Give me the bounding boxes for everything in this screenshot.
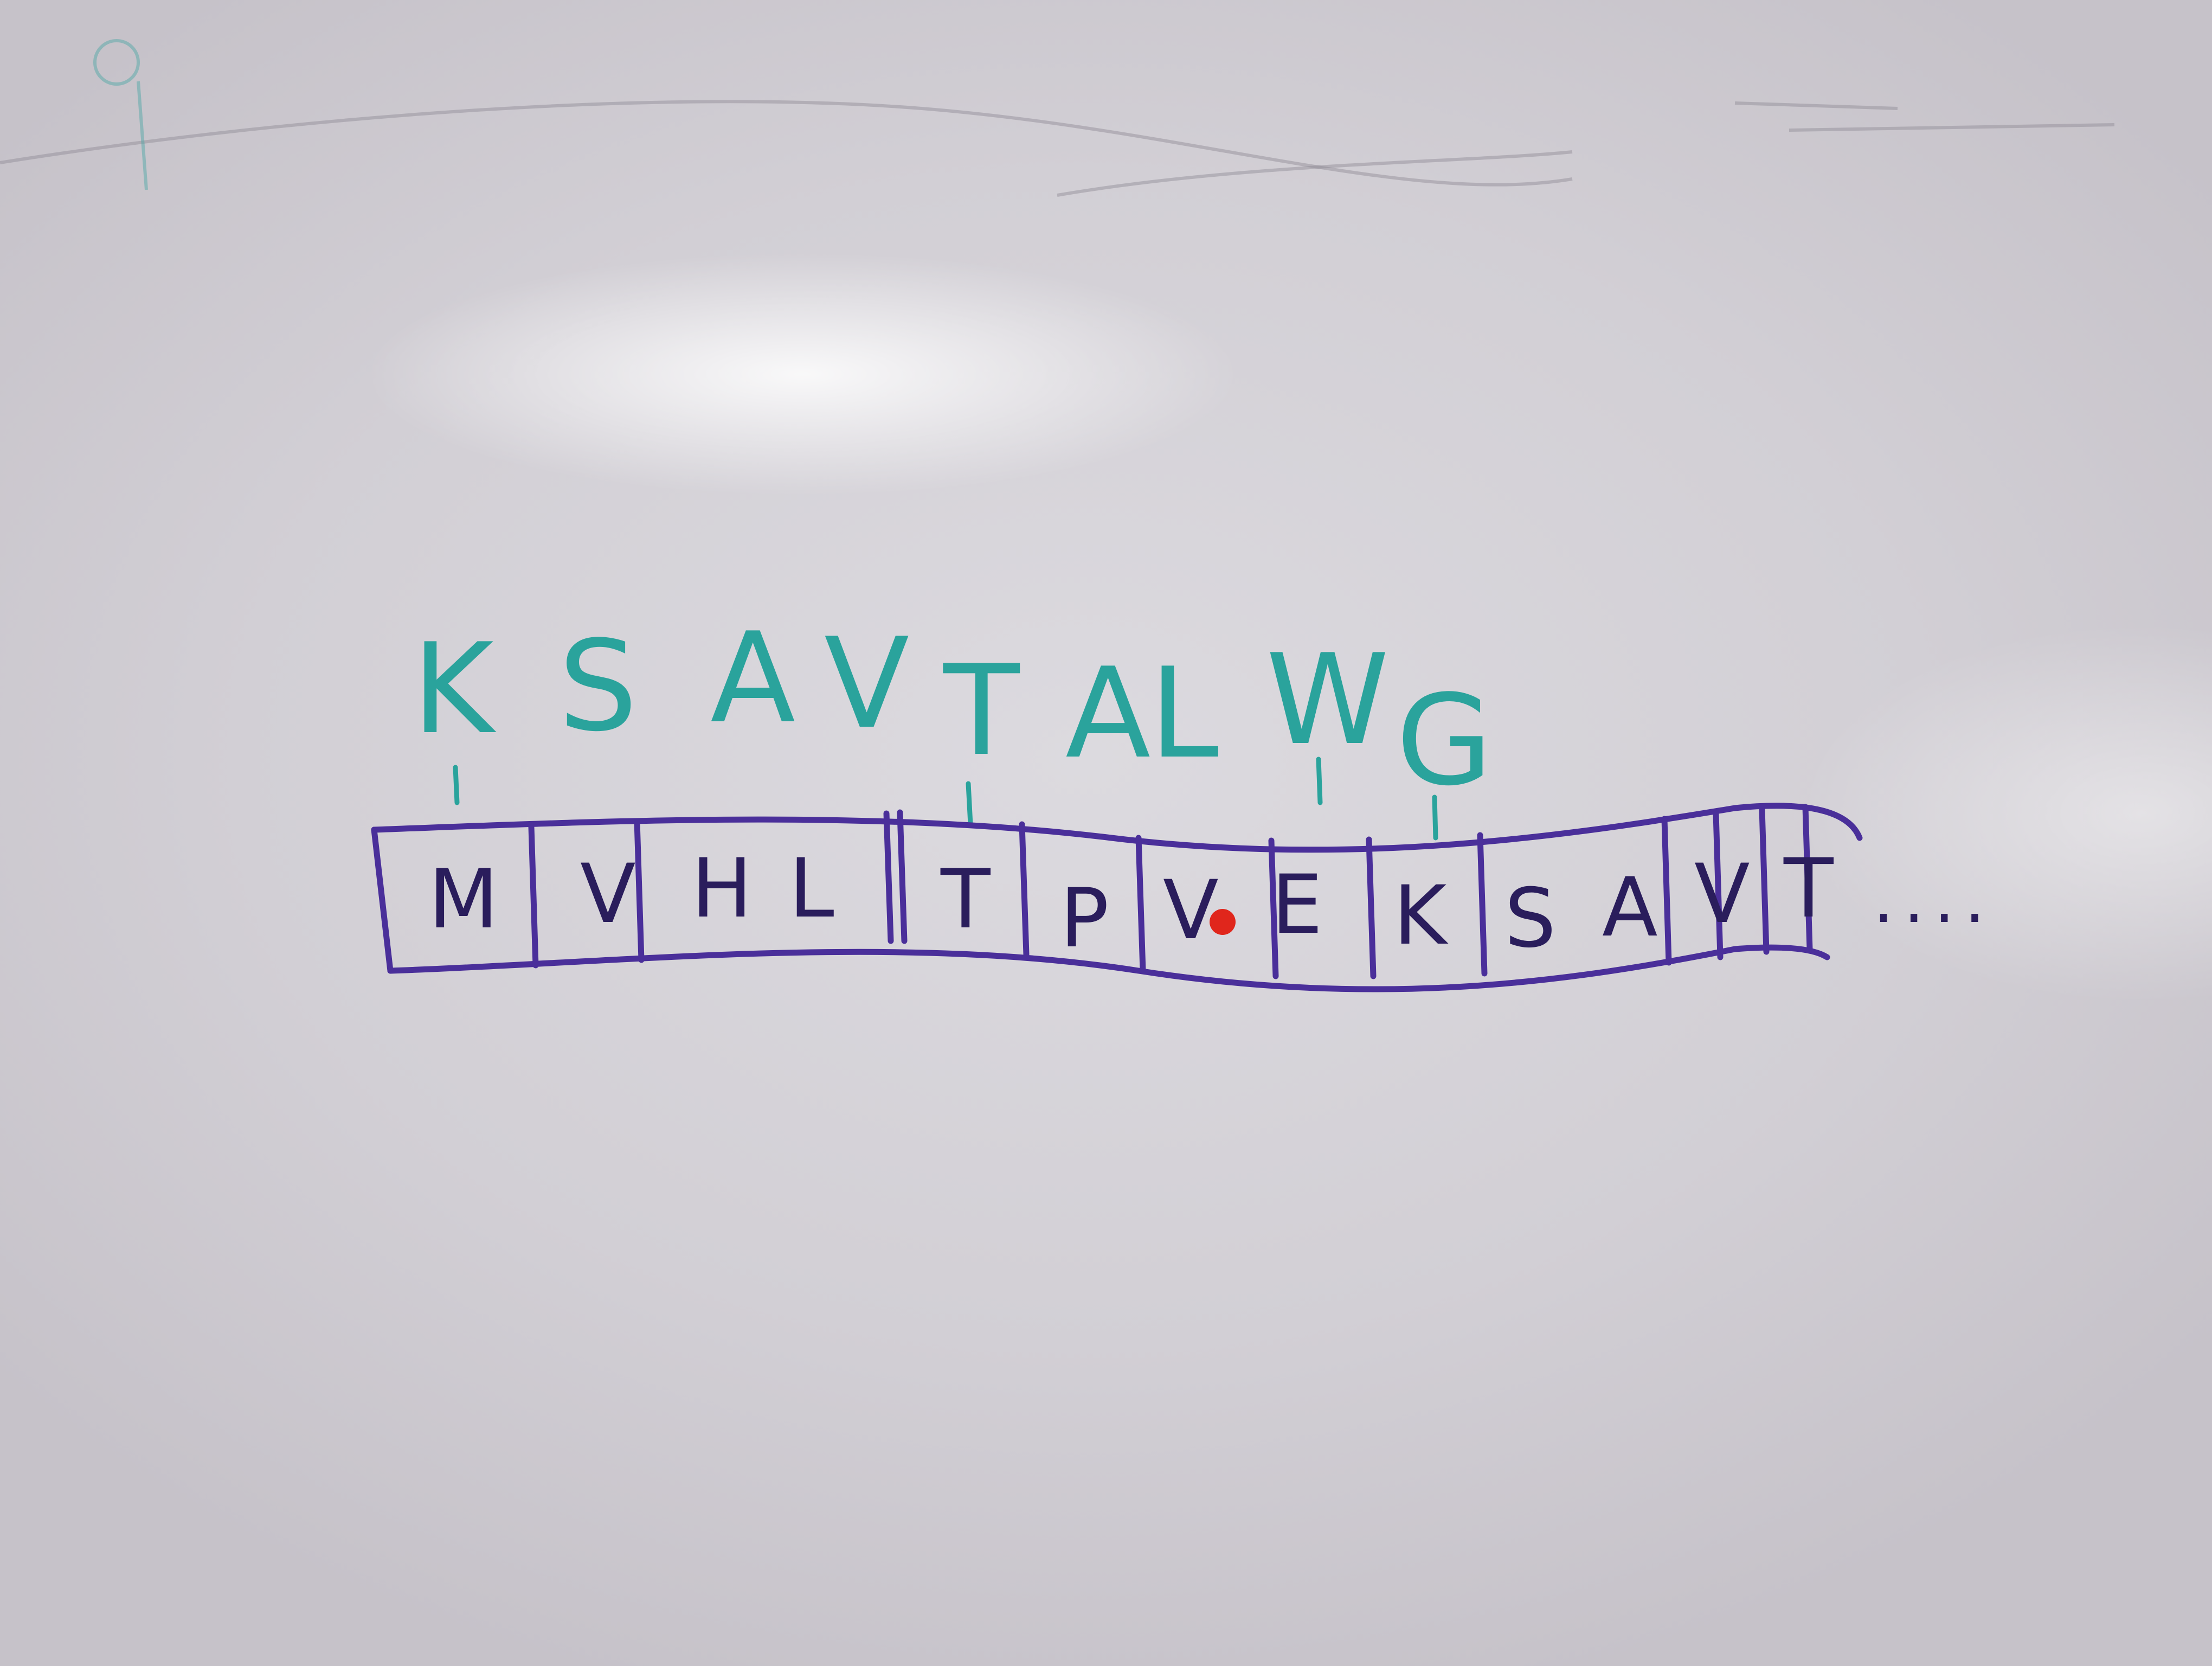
key-letter: A [1065,642,1150,786]
tape-cell-letter: T [1783,842,1834,936]
tape-cell-divider [634,818,645,963]
continuation-dots: .... [1873,862,1995,938]
tape-cell-divider [1019,821,1030,958]
key-letter: V [824,612,909,757]
tape-cell-letter: H [691,842,753,936]
tape-cell-divider [1135,835,1146,974]
key-letters: K S A V T AL W G [412,606,1493,813]
tape-cell-letter: K [1393,869,1449,963]
tape-cell-letter: A [1602,861,1658,955]
tape-cell-divider [883,810,894,944]
tape-cell-letter: P [1060,872,1109,966]
key-letter: W [1266,628,1389,773]
tape-cell-letter: M [428,853,498,947]
key-letter: G [1396,669,1493,813]
tape-cell-divider [897,809,908,944]
tape-cell-letter: V [580,847,636,941]
key-letter: L [1149,642,1219,786]
tape-cell-divider [1366,836,1377,979]
key-letter: T [943,639,1020,784]
tape-cell-divider [1661,816,1672,966]
key-letter: S [558,614,638,759]
tape-cell-letter: V [1163,863,1219,958]
red-dot-marker [1210,909,1236,935]
key-letter: A [710,606,795,751]
erased-marks [0,39,2115,197]
key-letter: K [412,617,497,762]
tape-cell-divider [1477,832,1488,977]
tape-cell-letter: L [789,842,834,936]
whiteboard: KSAVTALWG MVHLTPVEKSAVT .... [0,0,2212,1666]
tape-cell-letter: S [1504,872,1556,966]
tape-cell-divider [1759,806,1770,955]
tape-cell-letter: V [1694,847,1750,941]
tape-cell-letter: E [1271,858,1323,952]
tape-cell-letter: T [940,853,991,947]
whiteboard-drawing: K S A V T AL W G MVHLTPVEKSAVT .... [0,39,2115,992]
tape-cell-divider [528,824,539,969]
